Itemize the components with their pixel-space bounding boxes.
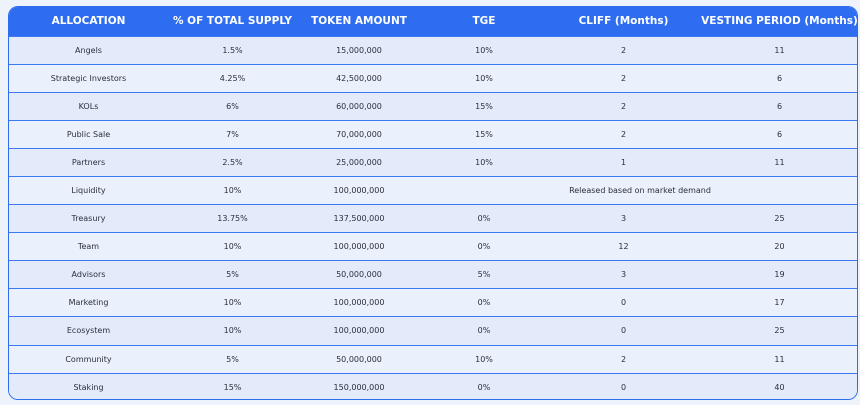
table-row: Angels 1.5% 15,000,000 10% 2 11 [9,36,857,65]
cell-tge: 10% [475,45,493,55]
cell-tge: 15% [475,129,493,139]
cell-percent: 15% [223,382,242,392]
cell-tge: 0% [477,298,491,308]
cell-vesting: 20 [774,242,785,252]
cell-tge: 10% [475,73,493,83]
header-token-amount: TOKEN AMOUNT [311,15,407,28]
cell-tge: 0% [477,214,491,224]
cell-tge: 0% [477,242,491,252]
cell-cliff: 3 [620,270,627,280]
header-tge: TGE [472,15,496,28]
cell-allocation: Marketing [68,298,109,308]
cell-vesting: 11 [774,354,785,364]
cell-vesting: 6 [776,129,783,139]
cell-percent: 4.25% [219,73,246,83]
cell-cliff: 3 [620,214,627,224]
cell-tge: 15% [475,101,493,111]
cell-token-amount: 150,000,000 [333,382,385,392]
header-percent-total-supply: % OF TOTAL SUPPLY [173,15,292,28]
cell-tge: 10% [475,157,493,167]
cell-percent: 10% [223,186,242,196]
header-vesting-period: VESTING PERIOD (Months) [701,15,858,28]
cell-allocation: Angels [75,45,102,55]
cell-allocation: Partners [71,157,106,167]
header-cliff: CLIFF (Months) [578,15,669,28]
cell-vesting: 19 [774,270,785,280]
cell-release-note: Released based on market demand [569,186,711,196]
cell-vesting: 40 [774,382,785,392]
cell-token-amount: 25,000,000 [336,157,382,167]
cell-percent: 1.5% [222,45,243,55]
cell-token-amount: 42,500,000 [336,73,382,83]
cell-token-amount: 100,000,000 [333,326,385,336]
table-row: Team 10% 100,000,000 0% 12 20 [9,232,857,261]
allocation-table-container: ALLOCATION % OF TOTAL SUPPLY TOKEN AMOUN… [8,6,858,400]
cell-allocation: Treasury [71,214,106,224]
cell-vesting: 11 [774,157,785,167]
table-row: Treasury 13.75% 137,500,000 0% 3 25 [9,204,857,233]
cell-percent: 5% [226,354,239,364]
header-allocation: ALLOCATION [51,15,126,28]
cell-cliff: 2 [620,354,627,364]
cell-token-amount: 100,000,000 [333,186,385,196]
cell-allocation: Advisors [71,270,106,280]
table-row: Staking 15% 150,000,000 0% 0 40 [9,373,857,399]
cell-allocation: Public Sale [66,129,111,139]
table-header-row: ALLOCATION % OF TOTAL SUPPLY TOKEN AMOUN… [9,7,858,36]
cell-percent: 5% [226,270,239,280]
cell-tge: 10% [475,354,493,364]
cell-percent: 2.5% [222,157,243,167]
cell-cliff: 1 [620,157,627,167]
cell-cliff: 2 [620,45,627,55]
table-row: Liquidity 10% 100,000,000 Released based… [9,176,857,205]
table-row: Marketing 10% 100,000,000 0% 0 17 [9,288,857,317]
cell-token-amount: 60,000,000 [336,101,382,111]
token-allocation-table: ALLOCATION % OF TOTAL SUPPLY TOKEN AMOUN… [9,7,858,399]
cell-allocation: KOLs [78,101,99,111]
table-row: Ecosystem 10% 100,000,000 0% 0 25 [9,316,857,346]
cell-percent: 13.75% [217,214,248,224]
table-row: Advisors 5% 50,000,000 5% 3 19 [9,260,857,289]
cell-cliff: 0 [620,382,627,392]
cell-allocation: Strategic Investors [50,73,127,83]
cell-cliff: 2 [620,101,627,111]
cell-token-amount: 100,000,000 [333,298,385,308]
cell-vesting: 11 [774,45,785,55]
table-row: Strategic Investors 4.25% 42,500,000 10%… [9,64,857,93]
cell-cliff: 0 [620,298,627,308]
cell-percent: 6% [226,101,239,111]
cell-cliff: 2 [620,129,627,139]
cell-token-amount: 137,500,000 [333,214,385,224]
cell-percent: 7% [226,129,239,139]
cell-token-amount: 100,000,000 [333,242,385,252]
cell-cliff: 0 [620,326,627,336]
cell-token-amount: 50,000,000 [336,354,382,364]
cell-allocation: Community [65,354,112,364]
cell-allocation: Liquidity [71,186,106,196]
table-row: Partners 2.5% 25,000,000 10% 1 11 [9,148,857,177]
table-row: KOLs 6% 60,000,000 15% 2 6 [9,92,857,121]
cell-vesting: 25 [774,326,785,336]
cell-vesting: 6 [776,73,783,83]
table-row: Community 5% 50,000,000 10% 2 11 [9,345,857,374]
cell-tge: 5% [477,270,491,280]
cell-allocation: Staking [73,382,104,392]
cell-token-amount: 70,000,000 [336,129,382,139]
table-row: Public Sale 7% 70,000,000 15% 2 6 [9,120,857,149]
cell-cliff: 2 [620,73,627,83]
cell-vesting: 25 [774,214,785,224]
cell-vesting: 6 [776,101,783,111]
cell-cliff: 12 [618,242,629,252]
cell-allocation: Ecosystem [66,326,111,336]
cell-percent: 10% [223,242,242,252]
cell-percent: 10% [223,298,242,308]
cell-allocation: Team [77,242,100,252]
cell-percent: 10% [223,326,242,336]
cell-token-amount: 50,000,000 [336,270,382,280]
cell-vesting: 17 [774,298,785,308]
cell-token-amount: 15,000,000 [336,45,382,55]
cell-tge: 0% [477,326,491,336]
cell-tge: 0% [477,382,491,392]
